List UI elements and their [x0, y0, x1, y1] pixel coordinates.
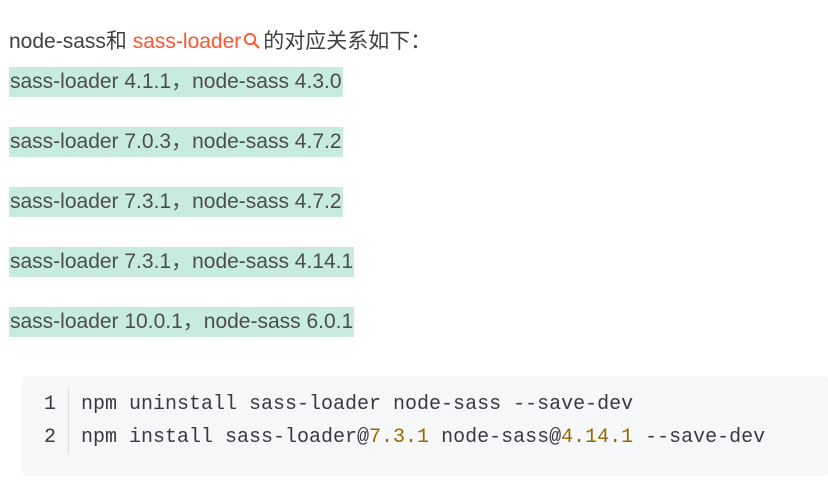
intro-suffix: 的对应关系如下： [263, 30, 432, 53]
line-number: 2 [22, 421, 69, 454]
list-item: sass-loader 7.3.1，node-sass 4.14.1 [9, 247, 355, 307]
sass-loader-link[interactable]: sass-loader [133, 30, 242, 53]
code-block[interactable]: 1 npm uninstall sass-loader node-sass --… [22, 376, 828, 476]
intro-paragraph: node-sass和 sass-loader 的对应关系如下： [9, 27, 431, 57]
code-text: npm install sass-loader@7.3.1 node-sass@… [69, 421, 765, 454]
version-number: 7.3.1 [369, 426, 430, 449]
version-pair-text: sass-loader 7.3.1，node-sass 4.7.2 [9, 187, 343, 217]
line-number: 1 [22, 388, 69, 421]
code-lines: 1 npm uninstall sass-loader node-sass --… [22, 388, 765, 454]
list-item: sass-loader 7.3.1，node-sass 4.7.2 [9, 187, 354, 247]
code-text: npm uninstall sass-loader node-sass --sa… [81, 393, 634, 416]
code-line: 2 npm install sass-loader@7.3.1 node-sas… [22, 421, 765, 454]
version-pair-text: sass-loader 7.0.3，node-sass 4.7.2 [9, 127, 343, 157]
list-item: sass-loader 10.0.1，node-sass 6.0.1 [9, 307, 355, 367]
version-number: 4.14.1 [561, 426, 634, 449]
list-item: sass-loader 7.0.3，node-sass 4.7.2 [9, 127, 354, 187]
version-pairs-list: sass-loader 4.1.1，node-sass 4.3.0 sass-l… [9, 67, 355, 367]
search-icon[interactable] [243, 32, 260, 49]
intro-prefix: node-sass和 [9, 30, 127, 53]
code-segment: --save-dev [633, 426, 766, 449]
version-pair-text: sass-loader 10.0.1，node-sass 6.0.1 [9, 307, 355, 337]
code-line: 1 npm uninstall sass-loader node-sass --… [22, 388, 765, 421]
code-segment: node-sass@ [429, 426, 562, 449]
version-pair-text: sass-loader 7.3.1，node-sass 4.14.1 [9, 247, 355, 277]
list-item: sass-loader 4.1.1，node-sass 4.3.0 [9, 67, 354, 127]
version-pair-text: sass-loader 4.1.1，node-sass 4.3.0 [9, 67, 343, 97]
code-segment: npm install sass-loader@ [81, 426, 370, 449]
